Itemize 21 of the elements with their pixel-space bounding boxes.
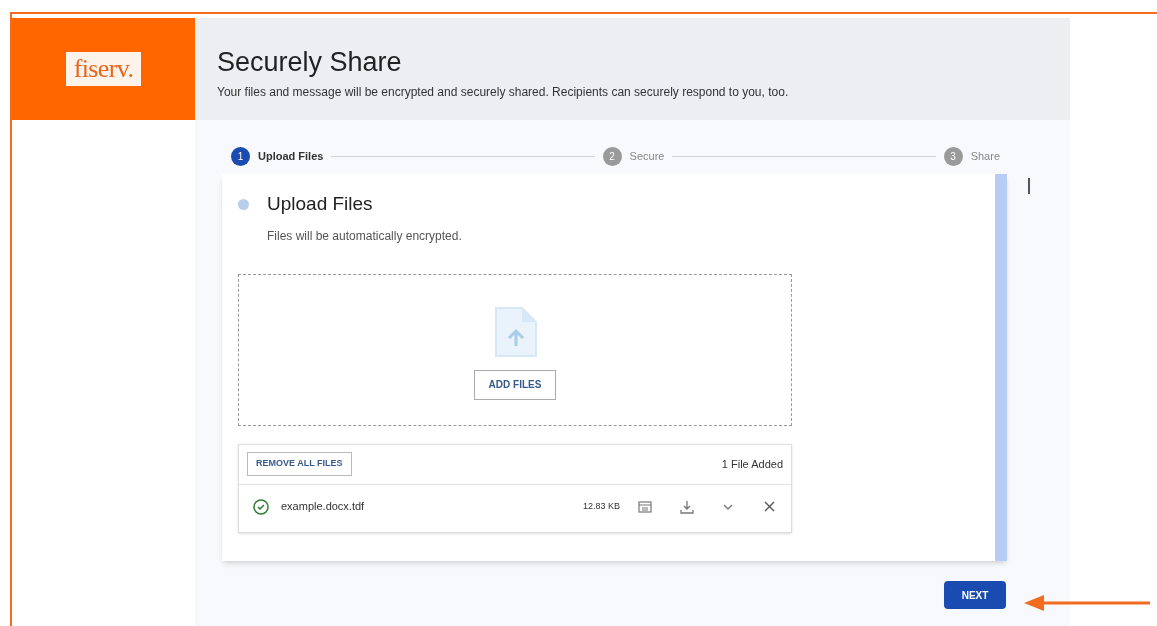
- file-size: 12.83 KB: [582, 499, 620, 513]
- remove-all-files-button[interactable]: REMOVE ALL FILES: [247, 452, 352, 476]
- chevron-down-icon[interactable]: [722, 502, 734, 511]
- step[interactable]: 2 Secure: [602, 146, 665, 166]
- step[interactable]: 3 Share: [943, 146, 1000, 166]
- add-files-button[interactable]: ADD FILES: [473, 369, 557, 400]
- scrollbar-thumb[interactable]: [1028, 178, 1030, 194]
- page-subtitle: Your files and message will be encrypted and securely shared. Recipients can securely respond to you, too.: [217, 84, 790, 101]
- card-title: Upload Files: [267, 192, 373, 216]
- logo: fiserv.: [65, 52, 142, 86]
- file-name: example.docx.tdf: [281, 499, 365, 515]
- file-upload-icon: [492, 305, 538, 358]
- preview-icon[interactable]: [638, 500, 652, 513]
- step[interactable]: 1 Upload Files: [231, 146, 324, 166]
- next-button[interactable]: NEXT: [944, 581, 1006, 609]
- file-count: 1 File Added: [721, 456, 783, 472]
- drop-zone[interactable]: ADD FILES: [238, 273, 792, 426]
- page-title: Securely Share: [217, 46, 403, 78]
- download-icon[interactable]: [680, 499, 694, 514]
- card-subtitle: Files will be automatically encrypted.: [267, 227, 463, 245]
- close-icon[interactable]: [764, 501, 775, 512]
